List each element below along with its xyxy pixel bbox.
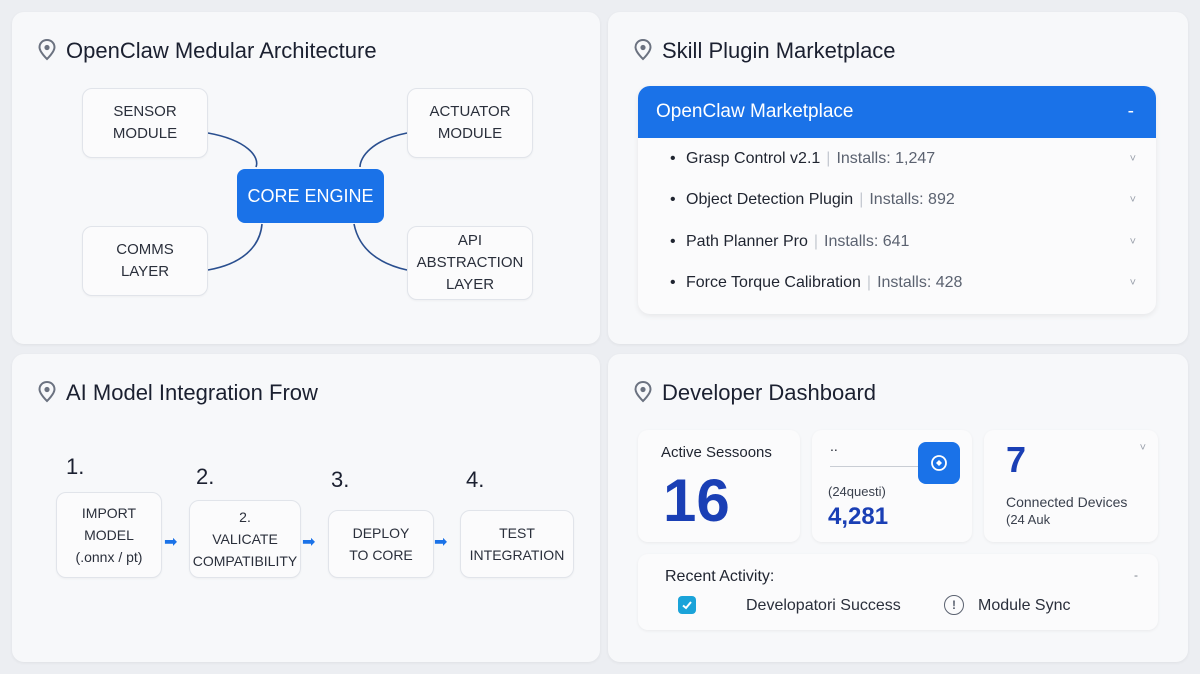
plugin-name: Grasp Control v2.1 — [686, 149, 821, 167]
dashboard-title-row: Developer Dashboard — [634, 380, 876, 406]
deploy-to-core-step[interactable]: DEPLOY TO CORE — [328, 510, 434, 578]
test-integration-step[interactable]: TEST INTEGRATION — [460, 510, 574, 578]
activity-item-success[interactable]: Developatori Success — [746, 597, 901, 615]
marketplace-header[interactable]: OpenClaw Marketplace - — [638, 86, 1156, 138]
divider — [830, 466, 920, 467]
plugin-installs: Installs: 641 — [824, 232, 910, 250]
plugin-list-item[interactable]: • Grasp Control v2.1 | Installs: 1,247 ˅ — [638, 138, 1156, 180]
api-requests-dots: .. — [830, 438, 838, 454]
marketplace-panel: Skill Plugin Marketplace OpenClaw Market… — [608, 12, 1188, 344]
alert-info-icon: ! — [944, 595, 964, 615]
connected-devices-label: Connected Devices — [1006, 494, 1128, 510]
plugin-list-item[interactable]: • Force Torque Calibration | Installs: 4… — [638, 263, 1156, 305]
chevron-down-icon[interactable]: ˅ — [1130, 153, 1136, 165]
plugin-name: Object Detection Plugin — [686, 191, 854, 209]
divider: | — [866, 274, 872, 292]
core-engine-box[interactable]: CORE ENGINE — [237, 169, 384, 223]
connected-devices-card: 7 ˅ Connected Devices (24 Auk — [984, 430, 1158, 542]
chevron-down-icon[interactable]: ˅ — [1130, 277, 1136, 289]
arrow-right-icon: ➡ — [302, 534, 316, 551]
plugin-name: Path Planner Pro — [686, 232, 808, 250]
divider: | — [826, 149, 831, 167]
api-requests-label: (24questi) — [828, 484, 886, 499]
bullet-icon: • — [670, 191, 676, 209]
bullet-icon: • — [670, 274, 676, 292]
connected-devices-sub: (24 Auk — [1006, 512, 1051, 527]
api-requests-card: .. (24questi) 4,281 — [812, 430, 972, 542]
validate-compatibility-step[interactable]: 2. VALICATE COMPATIBILITY — [189, 500, 301, 578]
divider: | — [859, 191, 864, 209]
import-model-step[interactable]: IMPORT MODEL (.onnx / pt) — [56, 492, 162, 578]
arrow-right-icon: ➡ — [164, 534, 178, 551]
api-requests-value: 4,281 — [828, 503, 889, 530]
chevron-down-icon[interactable]: ˅ — [1130, 194, 1136, 206]
bullet-icon: • — [670, 149, 676, 167]
activity-item-module-sync[interactable]: Module Sync — [978, 597, 1071, 615]
step-number: 3. — [331, 467, 350, 492]
recent-activity-label: Recent Activity: — [665, 568, 775, 585]
collapse-icon[interactable]: - — [1134, 568, 1138, 582]
plugin-installs: Installs: 892 — [869, 191, 955, 209]
flow-title-row: AI Model Integration Frow — [38, 380, 318, 406]
location-pin-icon — [634, 381, 652, 403]
plugin-name: Force Torque Calibration — [686, 274, 861, 292]
marketplace-dropdown: OpenClaw Marketplace - • Grasp Control v… — [638, 86, 1156, 314]
location-pin-icon — [634, 39, 652, 61]
plugin-list-item[interactable]: • Path Planner Pro | Installs: 641 ˅ — [638, 221, 1156, 263]
divider: | — [813, 232, 819, 250]
marketplace-title-row: Skill Plugin Marketplace — [634, 38, 896, 64]
active-sessions-card: Active Sessoons 16 — [638, 430, 800, 542]
step-number: 1. — [66, 454, 85, 479]
api-abstraction-layer-box[interactable]: API ABSTRACTION LAYER — [407, 226, 533, 300]
architecture-panel: OpenClaw Medular Architecture SENSOR MOD… — [12, 12, 600, 344]
collapse-icon[interactable]: - — [1128, 101, 1134, 123]
actuator-module-box[interactable]: ACTUATOR MODULE — [407, 88, 533, 158]
plugin-installs: Installs: 1,247 — [836, 149, 936, 167]
step-number: 2. — [196, 464, 215, 489]
plugin-list-item[interactable]: • Object Detection Plugin | Installs: 89… — [638, 180, 1156, 222]
api-requests-button[interactable] — [918, 442, 960, 484]
comms-layer-box[interactable]: COMMS LAYER — [82, 226, 208, 296]
success-check-icon — [678, 596, 696, 614]
gear-icon — [931, 455, 947, 471]
bullet-icon: • — [670, 232, 676, 250]
integration-flow-panel: AI Model Integration Frow 1. 2. 3. 4. IM… — [12, 354, 600, 662]
plugin-installs: Installs: 428 — [877, 274, 963, 292]
active-sessions-value: 16 — [663, 467, 730, 534]
active-sessions-label: Active Sessoons — [661, 444, 772, 461]
chevron-down-icon[interactable]: ˅ — [1140, 442, 1146, 454]
recent-activity-card: Recent Activity: - Developatori Success … — [638, 554, 1158, 630]
chevron-down-icon[interactable]: ˅ — [1130, 236, 1136, 248]
sensor-module-box[interactable]: SENSOR MODULE — [82, 88, 208, 158]
marketplace-title: Skill Plugin Marketplace — [662, 38, 896, 63]
step-number: 4. — [466, 467, 485, 492]
connected-devices-value: 7 — [1006, 439, 1027, 480]
dashboard-title: Developer Dashboard — [662, 380, 877, 405]
developer-dashboard-panel: Developer Dashboard Active Sessoons 16 .… — [608, 354, 1188, 662]
marketplace-header-label: OpenClaw Marketplace — [656, 101, 854, 122]
arrow-right-icon: ➡ — [434, 534, 448, 551]
location-pin-icon — [38, 381, 56, 403]
flow-title: AI Model Integration Frow — [66, 380, 318, 405]
